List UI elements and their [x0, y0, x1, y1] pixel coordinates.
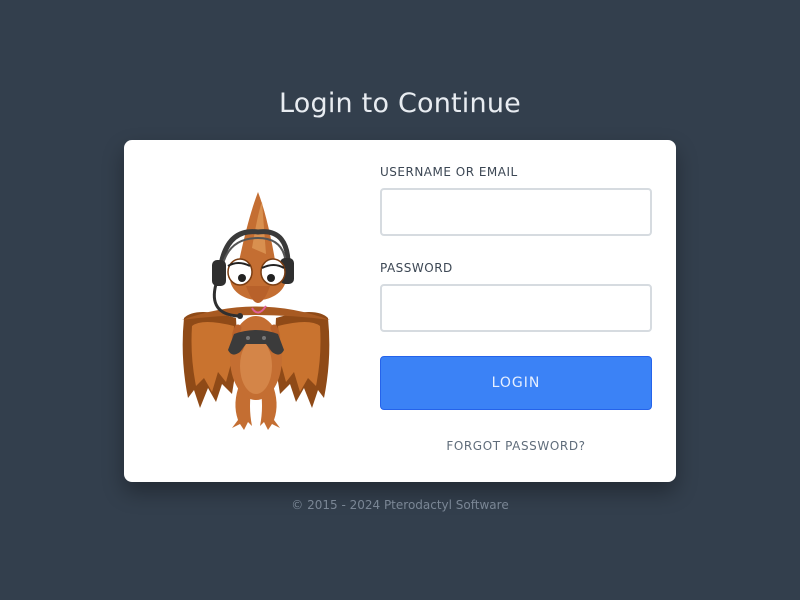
pterodactyl-mascot-icon	[176, 188, 336, 438]
username-label: USERNAME OR EMAIL	[380, 165, 518, 179]
username-input[interactable]	[380, 188, 652, 236]
password-input[interactable]	[380, 284, 652, 332]
login-card: USERNAME OR EMAIL PASSWORD LOGIN FORGOT …	[124, 140, 676, 482]
footer-copyright: © 2015 - 2024 Pterodactyl Software	[291, 498, 509, 512]
password-label: PASSWORD	[380, 261, 453, 275]
login-button[interactable]: LOGIN	[380, 356, 652, 410]
page-title: Login to Continue	[279, 88, 521, 119]
forgot-password-link[interactable]: FORGOT PASSWORD?	[380, 439, 652, 453]
